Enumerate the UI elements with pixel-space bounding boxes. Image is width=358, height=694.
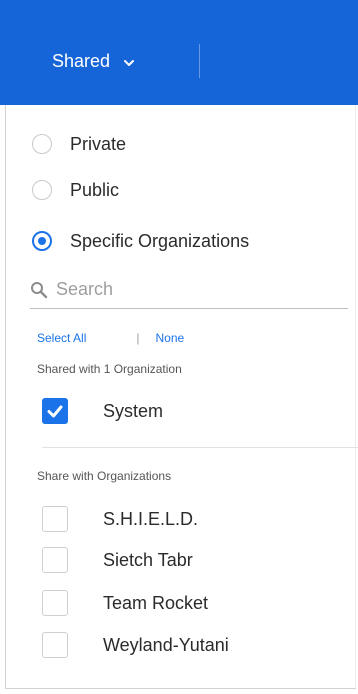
toolbar-divider	[199, 44, 200, 78]
shared-org-row-system[interactable]: System	[42, 397, 163, 425]
organization-search[interactable]	[30, 270, 348, 309]
radio-button-public[interactable]	[32, 180, 52, 200]
org-label-weyland-yutani: Weyland-Yutani	[103, 634, 229, 655]
section-divider	[42, 447, 358, 448]
radio-option-public[interactable]: Public	[32, 177, 119, 203]
checkbox-weyland-yutani[interactable]	[42, 632, 68, 658]
selection-links: Select All | None	[37, 329, 184, 347]
radio-option-specific-organizations[interactable]: Specific Organizations	[32, 228, 249, 254]
checkmark-icon	[47, 405, 63, 418]
org-label-shield: S.H.I.E.L.D.	[103, 508, 199, 529]
search-icon	[30, 275, 48, 304]
radio-label-public: Public	[70, 179, 120, 200]
shared-section-title: Shared with 1 Organization	[37, 362, 182, 376]
radio-option-private[interactable]: Private	[32, 131, 126, 157]
select-all-link[interactable]: Select All	[37, 331, 86, 345]
org-label-system: System	[103, 400, 164, 421]
checkbox-shield[interactable]	[42, 506, 68, 532]
select-none-link[interactable]: None	[155, 331, 184, 345]
radio-button-specific-organizations[interactable]	[32, 231, 52, 251]
shared-dropdown-button[interactable]: Shared	[52, 48, 136, 74]
org-label-team-rocket: Team Rocket	[103, 592, 209, 613]
radio-button-private[interactable]	[32, 134, 52, 154]
share-section-title: Share with Organizations	[37, 469, 172, 483]
link-separator: |	[136, 331, 140, 345]
org-row-team-rocket[interactable]: Team Rocket	[42, 589, 208, 617]
search-input[interactable]	[54, 277, 338, 301]
top-bar: Shared	[0, 0, 358, 105]
chevron-down-icon	[122, 54, 136, 68]
checkbox-system[interactable]	[42, 398, 68, 424]
radio-label-specific-organizations: Specific Organizations	[70, 230, 250, 251]
org-label-sietch-tabr: Sietch Tabr	[103, 549, 193, 570]
radio-label-private: Private	[70, 133, 127, 154]
shared-dropdown-label: Shared	[52, 50, 111, 71]
org-row-sietch-tabr[interactable]: Sietch Tabr	[42, 546, 193, 574]
org-row-weyland-yutani[interactable]: Weyland-Yutani	[42, 631, 229, 659]
checkbox-team-rocket[interactable]	[42, 590, 68, 616]
org-row-shield[interactable]: S.H.I.E.L.D.	[42, 505, 198, 533]
checkbox-sietch-tabr[interactable]	[42, 547, 68, 573]
sharing-panel: Private Public Specific Organizations Se…	[5, 105, 358, 689]
